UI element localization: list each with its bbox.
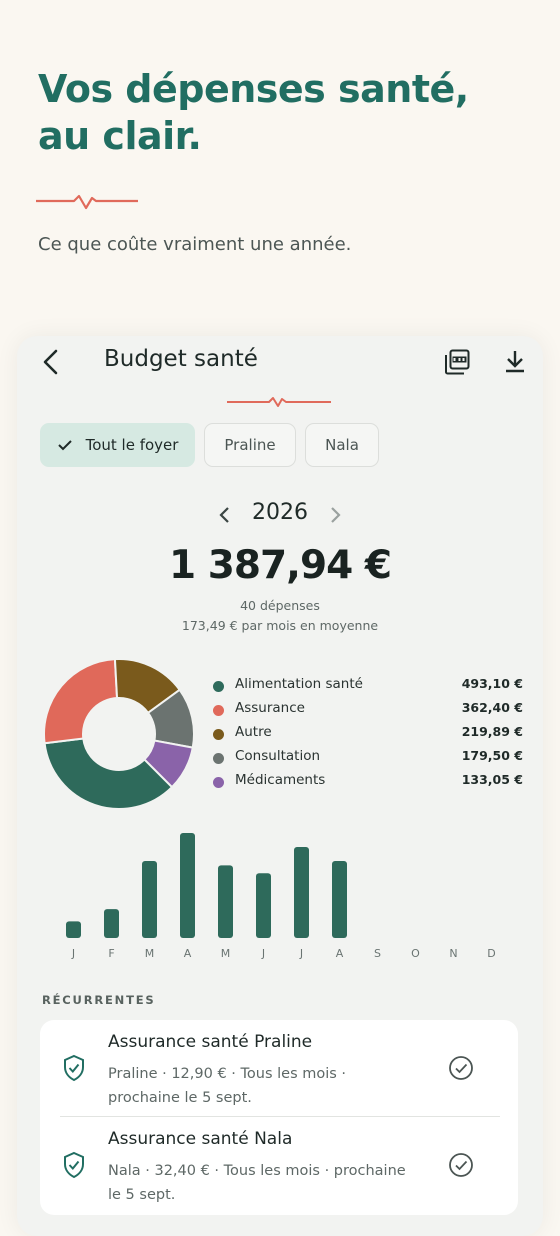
legend-swatch	[213, 681, 224, 692]
filter-chip-label: Nala	[325, 436, 359, 454]
app-screen: Budget santé Tout le foyer Praline Nala …	[17, 336, 543, 1236]
ecg-divider-icon	[36, 194, 138, 210]
month-tick-label: M	[221, 947, 231, 960]
recurring-list: Assurance santé Praline Praline · 12,90 …	[40, 1020, 518, 1215]
month-tick-label: F	[108, 947, 114, 960]
month-tick-label: A	[336, 947, 344, 960]
month-tick-label: J	[299, 947, 303, 960]
legend-value: 179,50 €	[461, 748, 523, 763]
bar-5	[256, 873, 271, 938]
recurring-item[interactable]: Assurance santé Nala Nala · 32,40 € · To…	[40, 1117, 518, 1213]
hero-title: Vos dépenses santé, au clair.	[38, 67, 469, 158]
category-legend: Alimentation santé 493,10 € Assurance 362,4…	[213, 676, 523, 796]
pdf-icon[interactable]	[443, 348, 471, 376]
legend-label: Autre	[235, 724, 272, 740]
legend-label: Assurance	[235, 700, 305, 716]
filter-chip-label: Tout le foyer	[85, 436, 179, 454]
bar-2	[142, 861, 157, 938]
month-tick-label: A	[184, 947, 192, 960]
check-circle-icon[interactable]	[448, 1152, 474, 1178]
chevron-left-icon[interactable]	[39, 348, 63, 376]
legend-value: 493,10 €	[461, 676, 523, 691]
recurring-title: Assurance santé Nala	[108, 1129, 293, 1149]
year-label: 2026	[252, 500, 308, 525]
chevron-right-icon[interactable]	[327, 506, 343, 524]
bar-1	[104, 909, 119, 938]
legend-label: Consultation	[235, 748, 321, 764]
recurring-detail: Praline · 12,90 € · Tous les mois · proc…	[108, 1066, 347, 1106]
donut-slice-1	[43, 658, 119, 745]
bar-6	[294, 847, 309, 938]
bar-4	[218, 865, 233, 938]
legend-swatch	[213, 753, 224, 764]
legend-value: 362,40 €	[461, 700, 523, 715]
legend-item: Autre 219,89 €	[213, 724, 523, 748]
filter-chip-label: Praline	[224, 436, 276, 454]
legend-label: Médicaments	[235, 772, 326, 788]
month-tick-label: J	[261, 947, 265, 960]
legend-item: Consultation 179,50 €	[213, 748, 523, 772]
legend-swatch	[213, 729, 224, 740]
chevron-left-icon[interactable]	[217, 506, 233, 524]
legend-item: Assurance 362,40 €	[213, 700, 523, 724]
monthly-bar-chart: JFMAMJJASOND	[66, 833, 496, 960]
hero-subtitle: Ce que coûte vraiment une année.	[38, 234, 352, 255]
filter-chip-praline[interactable]: Praline	[204, 423, 296, 467]
expense-count: 40 dépenses	[240, 598, 320, 613]
legend-swatch	[213, 705, 224, 716]
month-tick-label: J	[71, 947, 75, 960]
month-tick-label: M	[145, 947, 155, 960]
download-icon[interactable]	[503, 348, 527, 376]
monthly-average: 173,49 € par mois en moyenne	[181, 618, 379, 633]
category-donut-chart	[43, 658, 195, 810]
check-circle-icon[interactable]	[448, 1055, 474, 1081]
legend-swatch	[213, 777, 224, 788]
recurring-item[interactable]: Assurance santé Praline Praline · 12,90 …	[40, 1020, 518, 1117]
app-title: Budget santé	[104, 346, 258, 372]
month-tick-label: O	[411, 947, 420, 960]
legend-label: Alimentation santé	[235, 676, 363, 692]
bar-3	[180, 833, 195, 938]
recurring-title: Assurance santé Praline	[108, 1032, 313, 1052]
month-tick-label: D	[487, 947, 495, 960]
legend-item: Médicaments 133,05 €	[213, 772, 523, 796]
section-label-recurring: RÉCURRENTES	[42, 993, 156, 1007]
legend-value: 133,05 €	[461, 772, 523, 787]
shield-icon	[64, 1151, 84, 1179]
month-tick-label: N	[449, 947, 457, 960]
ecg-divider-icon	[227, 397, 331, 407]
check-icon	[57, 438, 73, 452]
filter-chip-all[interactable]: Tout le foyer	[40, 423, 195, 467]
legend-value: 219,89 €	[461, 724, 523, 739]
filter-chip-nala[interactable]: Nala	[305, 423, 379, 467]
legend-item: Alimentation santé 493,10 €	[213, 676, 523, 700]
recurring-detail: Nala · 32,40 € · Tous les mois · prochai…	[108, 1163, 406, 1203]
month-tick-label: S	[374, 947, 381, 960]
total-amount: 1 387,94 €	[169, 543, 392, 588]
year-navigator: 2026	[17, 498, 543, 534]
bar-7	[332, 861, 347, 938]
bar-0	[66, 921, 81, 938]
shield-icon	[64, 1054, 84, 1082]
